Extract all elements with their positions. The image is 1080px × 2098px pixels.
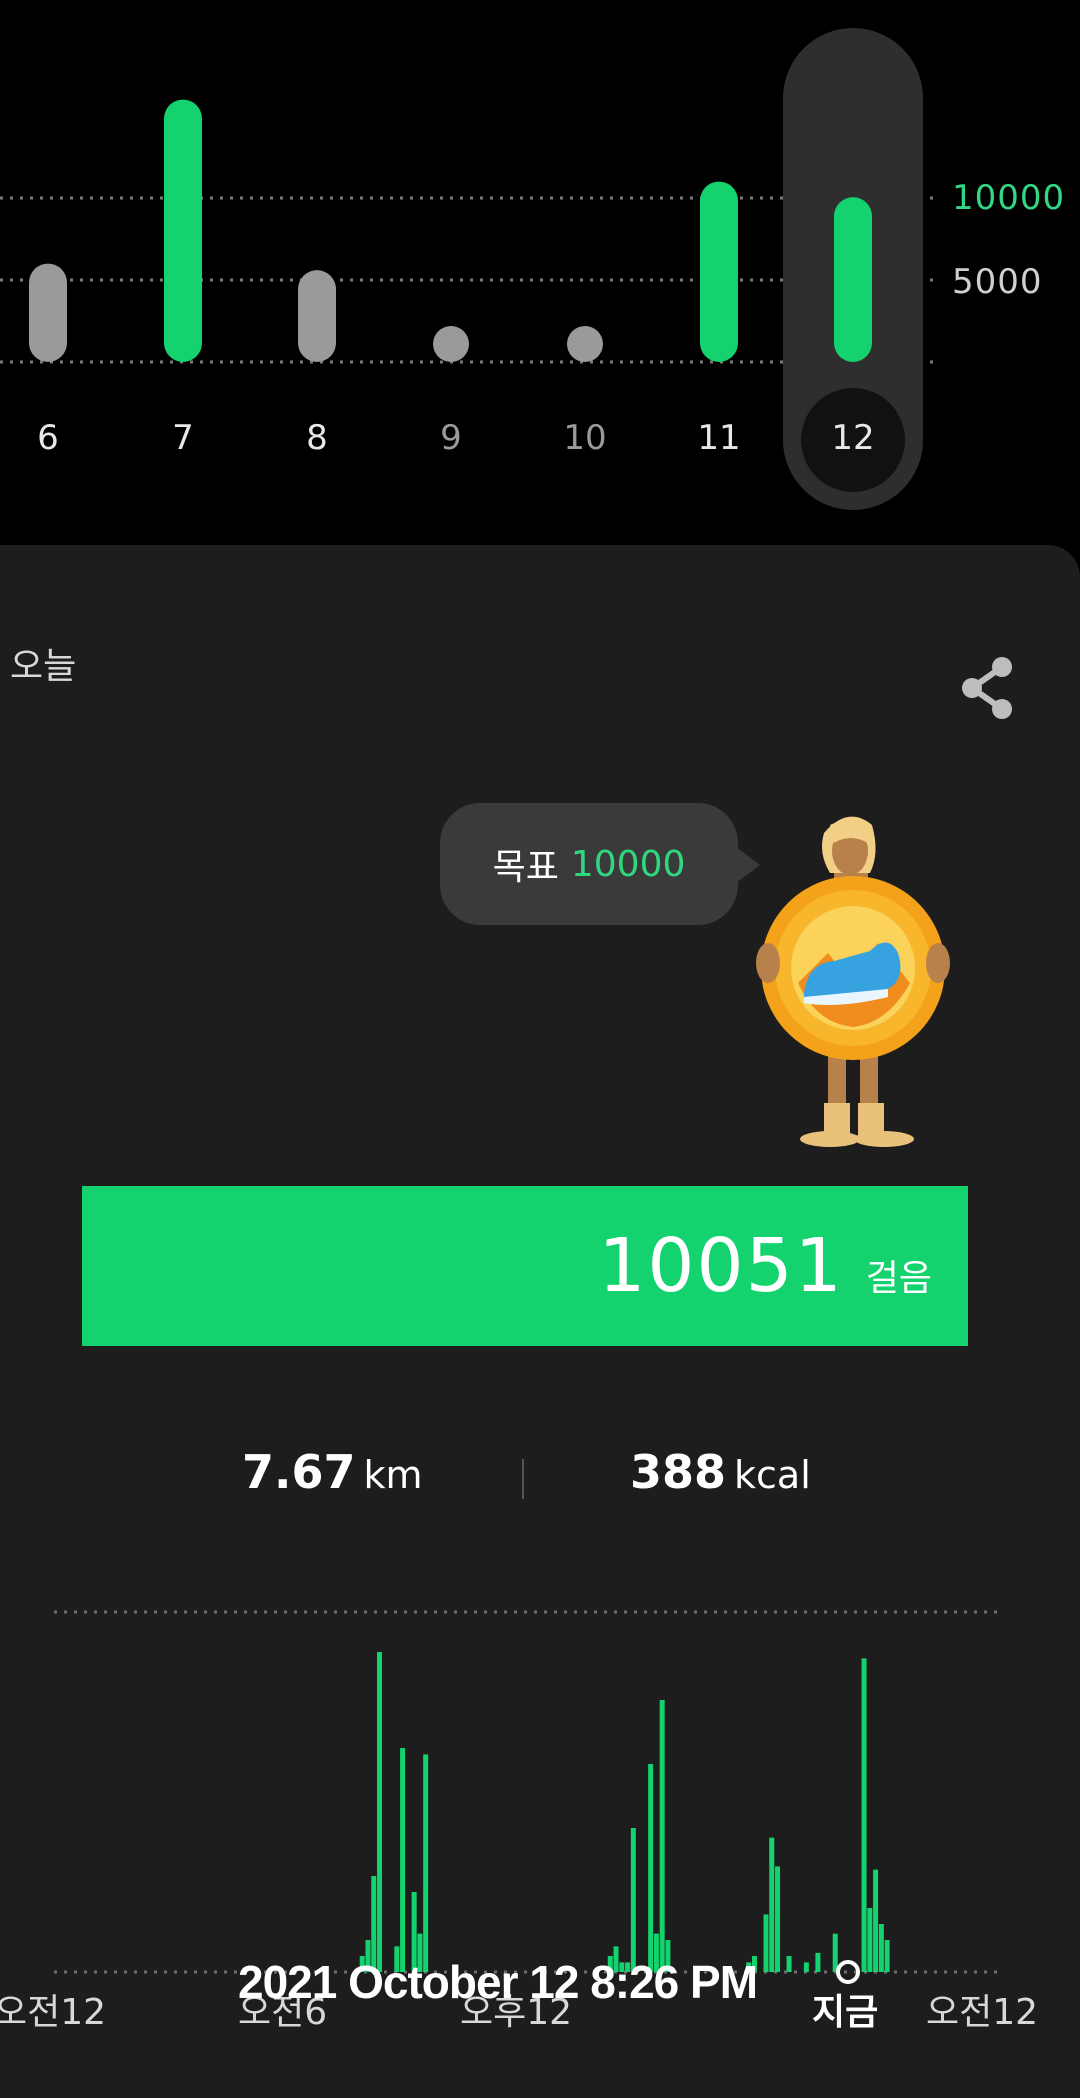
today-title: 오늘 (10, 646, 77, 687)
hour-bar (769, 1837, 775, 1972)
hour-bar (786, 1956, 792, 1972)
hour-bar (659, 1700, 665, 1972)
hour-bar (803, 1962, 809, 1972)
day-bar[interactable] (164, 99, 202, 362)
hour-bar (400, 1748, 406, 1972)
hour-bar (630, 1828, 636, 1972)
share-button[interactable] (958, 653, 1018, 723)
x-tick-label: 오전12 (0, 1992, 107, 2033)
x-tick-label: 오전12 (926, 1992, 1039, 2033)
weekly-chart-canvas (0, 28, 940, 510)
today-card: 오늘 목표 10000 10051 걸음 7.67 km 388 kcal 오전… (0, 545, 1080, 2098)
share-icon (962, 657, 1012, 719)
day-label[interactable]: 11 (679, 418, 759, 458)
day-label[interactable]: 8 (277, 418, 357, 458)
step-count: 10051 (598, 1223, 844, 1309)
calories-value: 388 (630, 1445, 727, 1499)
daily-step-chart: 오전12 오전6 오후12 지금 오전12 (0, 1585, 1080, 2098)
hour-bar (763, 1914, 769, 1972)
hour-bar (775, 1866, 781, 1972)
calories-stat: 388 kcal (630, 1445, 811, 1499)
timestamp-overlay: 2021 October 12 8:26 PM (238, 1956, 758, 2008)
day-label[interactable]: 10 (545, 418, 625, 458)
hour-bar (815, 1952, 821, 1972)
day-bar[interactable] (700, 181, 738, 362)
weekly-step-chart: 10000 5000 6 7 8 9 10 11 12 (0, 0, 1080, 545)
x-tick-label-now: 지금 (812, 1992, 879, 2033)
hour-bar (873, 1869, 879, 1972)
day-bar[interactable] (567, 326, 603, 362)
hour-bar (648, 1764, 654, 1972)
goal-value: 10000 (570, 843, 686, 885)
mascot-illustration (756, 816, 950, 1147)
day-label[interactable]: 9 (411, 418, 491, 458)
day-label[interactable]: 7 (143, 418, 223, 458)
calories-unit: kcal (734, 1453, 811, 1497)
step-progress-bar: 10051 걸음 (82, 1186, 968, 1346)
day-label[interactable]: 12 (813, 418, 893, 458)
hour-bar (377, 1652, 383, 1972)
day-bar[interactable] (433, 326, 469, 362)
stats-row: 7.67 km 388 kcal (0, 1445, 1080, 1525)
day-bar[interactable] (298, 270, 336, 362)
hour-bar (867, 1908, 873, 1972)
stats-divider (522, 1459, 524, 1499)
distance-stat: 7.67 km (242, 1445, 423, 1499)
hour-bar (423, 1754, 429, 1972)
step-unit: 걸음 (865, 1258, 932, 1299)
goal-bubble: 목표 10000 (440, 803, 760, 925)
hour-bar (832, 1933, 838, 1972)
hour-bar (878, 1924, 884, 1972)
distance-value: 7.67 (242, 1445, 356, 1499)
distance-unit: km (363, 1453, 423, 1497)
hour-bar (884, 1940, 890, 1972)
y-axis-label-5000: 5000 (952, 262, 1043, 302)
y-axis-label-10000: 10000 (952, 178, 1066, 218)
day-label[interactable]: 6 (8, 418, 88, 458)
hour-bar (861, 1658, 867, 1972)
day-bar[interactable] (29, 263, 67, 362)
goal-label: 목표 (492, 847, 559, 888)
day-bar[interactable] (834, 197, 872, 362)
